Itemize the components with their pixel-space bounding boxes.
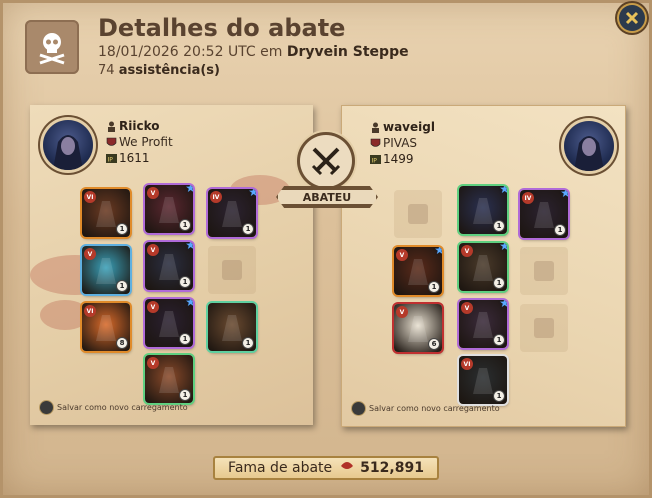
- star-icon: ★: [185, 185, 193, 195]
- tier-badge: V: [147, 301, 159, 313]
- victim-slot-offhand[interactable]: [520, 247, 568, 295]
- assist-label: assistência(s): [118, 63, 220, 78]
- timestamp-text: 18/01/2026 20:52 UTC em: [98, 44, 283, 60]
- quantity-badge: 1: [493, 334, 505, 346]
- quantity-badge: 1: [179, 389, 191, 401]
- victim-name: waveigl: [370, 120, 435, 134]
- tier-badge: V: [396, 249, 408, 261]
- close-icon: [625, 11, 639, 25]
- tier-badge: V: [461, 245, 473, 257]
- quantity-badge: 1: [493, 220, 505, 232]
- killer-slot-shoes[interactable]: V 1 ★: [145, 299, 193, 347]
- tier-badge: V: [147, 244, 159, 256]
- quantity-badge: 1: [493, 390, 505, 402]
- victim-slot-food[interactable]: [520, 304, 568, 352]
- killer-slot-potion[interactable]: VI 8: [82, 303, 130, 351]
- victim-slot-shoes[interactable]: V 1 ★: [459, 300, 507, 348]
- tier-badge: V: [84, 248, 96, 260]
- quantity-badge: 6: [428, 338, 440, 350]
- victim-slot-head[interactable]: 1 ★: [459, 186, 507, 234]
- killer-guild: We Profit: [106, 135, 173, 149]
- tier-badge: V: [461, 302, 473, 314]
- skull-crossbones-icon: [25, 20, 79, 74]
- star-icon: ★: [434, 247, 442, 257]
- fame-icon: [340, 460, 354, 476]
- quantity-badge: 1: [242, 223, 254, 235]
- star-icon: ★: [185, 242, 193, 252]
- star-icon: ★: [248, 189, 256, 199]
- killer-panel: Riicko We Profit IP 1611 VI 1 V 1 ★ IV 1 ★ V 1 V 1 ★ V…: [30, 105, 313, 425]
- save-loadout-icon: [352, 402, 365, 415]
- quantity-badge: 1: [116, 280, 128, 292]
- quantity-badge: 1: [179, 276, 191, 288]
- victim-item-power: IP 1499: [370, 152, 414, 166]
- tier-badge: IV: [522, 192, 534, 204]
- killer-avatar: [43, 120, 93, 170]
- assist-count: 74: [98, 63, 115, 78]
- quantity-badge: 1: [179, 333, 191, 345]
- quantity-badge: 1: [554, 224, 566, 236]
- victim-panel: waveigl PIVAS IP 1499 1 ★ IV 1 ★ V 1 ★ V 1 ★ V 6 V 1 ★ VI…: [341, 105, 626, 427]
- killer-slot-armor[interactable]: V 1 ★: [145, 242, 193, 290]
- save-loadout-icon: [40, 401, 53, 414]
- tier-badge: V: [147, 357, 159, 369]
- tier-badge: VI: [461, 358, 473, 370]
- item-power-icon: IP: [106, 154, 117, 164]
- victim-slot-armor[interactable]: V 1 ★: [459, 243, 507, 291]
- tier-badge: V: [396, 306, 408, 318]
- victim-slot-mount[interactable]: VI 1: [459, 356, 507, 404]
- svg-text:IP: IP: [108, 157, 114, 164]
- tier-badge: V: [147, 187, 159, 199]
- killer-slot-bag[interactable]: VI 1: [82, 189, 130, 237]
- quantity-badge: 1: [493, 277, 505, 289]
- killer-slot-mount[interactable]: V1: [145, 355, 193, 403]
- kill-timestamp: 18/01/2026 20:52 UTC em Dryvein Steppe: [98, 44, 409, 60]
- killer-slot-offhand[interactable]: [208, 246, 256, 294]
- star-icon: ★: [185, 299, 193, 309]
- crossed-swords-icon: [300, 135, 352, 187]
- tier-badge: IV: [210, 191, 222, 203]
- guild-shield-icon: [370, 138, 381, 147]
- guild-shield-icon: [106, 137, 117, 146]
- item-power-icon: IP: [370, 155, 381, 165]
- quantity-badge: 8: [116, 337, 128, 349]
- star-icon: ★: [499, 186, 507, 196]
- victim-slot-cape[interactable]: IV 1 ★: [520, 190, 568, 238]
- player-icon: [108, 121, 115, 132]
- killer-item-power: IP 1611: [106, 151, 150, 165]
- star-icon: ★: [499, 300, 507, 310]
- assist-info: 74 assistência(s): [98, 63, 220, 78]
- killer-slot-mainhand[interactable]: V1: [82, 246, 130, 294]
- kill-fame-bar: Fama de abate 512,891: [213, 456, 439, 480]
- location-name: Dryvein Steppe: [286, 44, 409, 60]
- victim-avatar: [564, 121, 614, 171]
- quantity-badge: 1: [242, 337, 254, 349]
- killed-banner: ABATEU: [276, 186, 378, 208]
- victim-save-loadout-link[interactable]: Salvar como novo carregamento: [352, 402, 500, 415]
- svg-text:IP: IP: [372, 158, 378, 165]
- victim-guild: PIVAS: [370, 136, 417, 150]
- quantity-badge: 1: [179, 219, 191, 231]
- kill-details-window: Detalhes do abate 18/01/2026 20:52 UTC e…: [0, 0, 652, 498]
- killer-save-loadout-link[interactable]: Salvar como novo carregamento: [40, 401, 188, 414]
- player-icon: [372, 122, 379, 133]
- quantity-badge: 1: [116, 223, 128, 235]
- fame-label: Fama de abate: [228, 460, 333, 476]
- victim-slot-bag[interactable]: [394, 190, 442, 238]
- star-icon: ★: [560, 190, 568, 200]
- page-title: Detalhes do abate: [98, 14, 346, 42]
- tier-badge: VI: [84, 305, 96, 317]
- victim-slot-potion[interactable]: V6: [394, 304, 442, 352]
- quantity-badge: 1: [428, 281, 440, 293]
- killer-slot-cape[interactable]: IV 1 ★: [208, 189, 256, 237]
- killer-slot-head[interactable]: V 1 ★: [145, 185, 193, 233]
- close-button[interactable]: [619, 5, 645, 31]
- star-icon: ★: [499, 243, 507, 253]
- tier-badge: VI: [84, 191, 96, 203]
- fame-value: 512,891: [360, 460, 424, 476]
- killer-slot-food[interactable]: 1: [208, 303, 256, 351]
- killer-name: Riicko: [106, 119, 159, 133]
- victim-slot-mainhand[interactable]: V 1 ★: [394, 247, 442, 295]
